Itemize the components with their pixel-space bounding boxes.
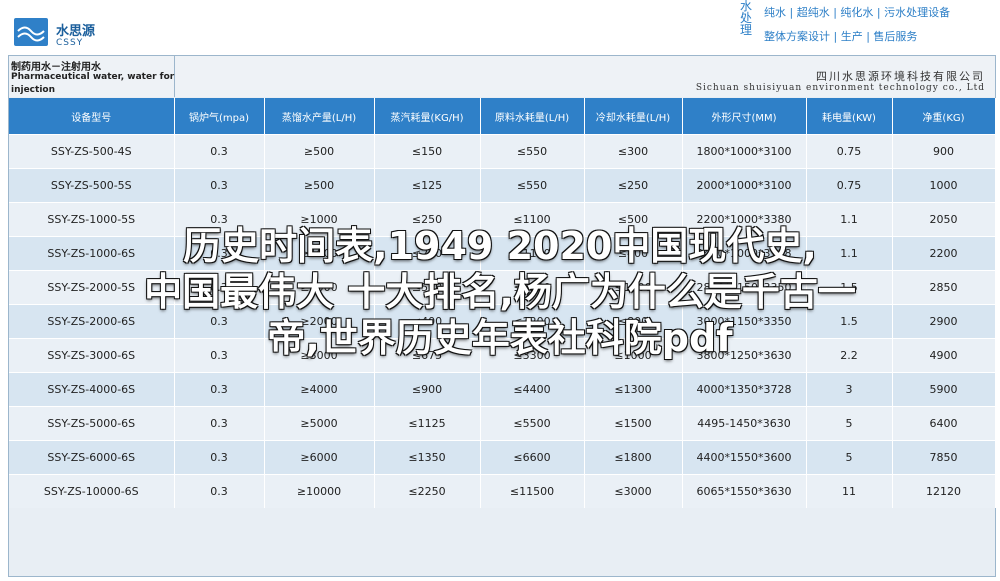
cell-steam-use: ≤900 xyxy=(374,372,481,407)
cell-power: 11 xyxy=(806,474,893,508)
cell-steam-use: ≤1125 xyxy=(374,406,481,441)
table-row: SSY-ZS-10000-6S 0.3 ≥10000 ≤2250 ≤11500 ≤3000… xyxy=(9,474,996,508)
cell-feed-water: ≤5500 xyxy=(480,406,585,441)
col-header-net-weight: 净重(KG) xyxy=(892,98,996,135)
col-header-cooling-water: 冷却水耗量(L/H) xyxy=(584,98,683,135)
cell-distilled-output: ≥500 xyxy=(264,168,375,203)
water-drop-logo-icon xyxy=(14,18,48,46)
overlay-line-1: 历史时间表,1949 2020中国现代史, xyxy=(183,224,817,268)
cell-model: SSY-ZS-500-5S xyxy=(9,168,175,203)
cell-cooling-water: ≤1500 xyxy=(584,406,683,441)
cell-distilled-output: ≥4000 xyxy=(264,372,375,407)
cell-feed-water: ≤550 xyxy=(480,134,585,169)
cell-net-weight: 900 xyxy=(892,134,996,169)
cell-net-weight: 1000 xyxy=(892,168,996,203)
brand-logo[interactable]: 水思源 CSSY xyxy=(8,8,128,54)
cell-power: 5 xyxy=(806,440,893,475)
header-tagline: 水处理 纯水 | 超纯水 | 纯化水 | 污水处理设备 整体方案设计 | 生产 … xyxy=(740,0,1000,46)
table-title-cell: 制药用水－注射用水 Pharmaceutical water, water fo… xyxy=(9,56,175,97)
overlay-line-2: 中国最伟大 十大排名,杨广为什么是千古一 xyxy=(144,270,856,314)
cell-power: 0.75 xyxy=(806,168,893,203)
cell-boiler-pressure: 0.3 xyxy=(174,440,265,475)
col-header-model: 设备型号 xyxy=(9,98,175,135)
cell-feed-water: ≤550 xyxy=(480,168,585,203)
table-row: SSY-ZS-5000-6S 0.3 ≥5000 ≤1125 ≤5500 ≤1500 449… xyxy=(9,406,996,441)
table-title-en-1: Pharmaceutical water, water for xyxy=(11,72,175,82)
cell-model: SSY-ZS-4000-6S xyxy=(9,372,175,407)
col-header-dimensions: 外形尺寸(MM) xyxy=(682,98,807,135)
cell-net-weight: 6400 xyxy=(892,406,996,441)
col-header-power: 耗电量(KW) xyxy=(806,98,893,135)
cell-cooling-water: ≤1300 xyxy=(584,372,683,407)
cell-steam-use: ≤125 xyxy=(374,168,481,203)
cell-power: 3 xyxy=(806,372,893,407)
brand-name: 水思源 xyxy=(56,24,96,39)
cell-steam-use: ≤150 xyxy=(374,134,481,169)
col-header-distilled-output: 蒸馏水产量(L/H) xyxy=(264,98,375,135)
cell-dimensions: 6065*1550*3630 xyxy=(682,474,807,508)
tagline-line-1: 纯水 | 超纯水 | 纯化水 | 污水处理设备 xyxy=(764,6,951,19)
tagline-vertical: 水处理 xyxy=(740,0,753,37)
table-header-row: 设备型号 锅炉气(mpa) 蒸馏水产量(L/H) 蒸汽耗量(KG/H) 原料水耗… xyxy=(9,98,996,135)
table-title-cn: 制药用水－注射用水 xyxy=(11,62,101,73)
cell-cooling-water: ≤300 xyxy=(584,134,683,169)
table-row: SSY-ZS-4000-6S 0.3 ≥4000 ≤900 ≤4400 ≤1300 4000… xyxy=(9,372,996,407)
col-header-boiler-pressure: 锅炉气(mpa) xyxy=(174,98,265,135)
table-title-en-2: injection xyxy=(11,85,55,95)
cell-model: SSY-ZS-500-4S xyxy=(9,134,175,169)
cell-steam-use: ≤1350 xyxy=(374,440,481,475)
col-header-steam-use: 蒸汽耗量(KG/H) xyxy=(374,98,481,135)
cell-model: SSY-ZS-5000-6S xyxy=(9,406,175,441)
cell-dimensions: 4400*1550*3600 xyxy=(682,440,807,475)
table-row: SSY-ZS-6000-6S 0.3 ≥6000 ≤1350 ≤6600 ≤1800 440… xyxy=(9,440,996,475)
overlay-headline: 历史时间表,1949 2020中国现代史, 中国最伟大 十大排名,杨广为什么是千… xyxy=(0,223,1000,361)
cell-boiler-pressure: 0.3 xyxy=(174,474,265,508)
company-name-en: Sichuan shuisiyuan environment technolog… xyxy=(695,83,985,93)
cell-net-weight: 5900 xyxy=(892,372,996,407)
cell-dimensions: 2000*1000*3100 xyxy=(682,168,807,203)
cell-boiler-pressure: 0.3 xyxy=(174,406,265,441)
cell-net-weight: 12120 xyxy=(892,474,996,508)
cell-model: SSY-ZS-10000-6S xyxy=(9,474,175,508)
cell-distilled-output: ≥500 xyxy=(264,134,375,169)
company-name: 四川水思源环境科技有限公司 xyxy=(816,70,985,83)
table-title-bar: 制药用水－注射用水 Pharmaceutical water, water fo… xyxy=(9,56,995,97)
cell-feed-water: ≤4400 xyxy=(480,372,585,407)
cell-boiler-pressure: 0.3 xyxy=(174,168,265,203)
overlay-line-3: 帝,世界历史年表社科院pdf xyxy=(267,316,733,360)
cell-cooling-water: ≤250 xyxy=(584,168,683,203)
col-header-feed-water: 原料水耗量(L/H) xyxy=(480,98,585,135)
cell-distilled-output: ≥6000 xyxy=(264,440,375,475)
cell-power: 5 xyxy=(806,406,893,441)
cell-dimensions: 4495-1450*3630 xyxy=(682,406,807,441)
cell-model: SSY-ZS-6000-6S xyxy=(9,440,175,475)
cell-power: 0.75 xyxy=(806,134,893,169)
cell-feed-water: ≤11500 xyxy=(480,474,585,508)
cell-dimensions: 1800*1000*3100 xyxy=(682,134,807,169)
cell-dimensions: 4000*1350*3728 xyxy=(682,372,807,407)
tagline-line-2: 整体方案设计 | 生产 | 售后服务 xyxy=(764,30,918,43)
cell-distilled-output: ≥10000 xyxy=(264,474,375,508)
cell-feed-water: ≤6600 xyxy=(480,440,585,475)
cell-net-weight: 7850 xyxy=(892,440,996,475)
cell-distilled-output: ≥5000 xyxy=(264,406,375,441)
cell-cooling-water: ≤3000 xyxy=(584,474,683,508)
cell-boiler-pressure: 0.3 xyxy=(174,134,265,169)
cell-cooling-water: ≤1800 xyxy=(584,440,683,475)
table-row: SSY-ZS-500-4S 0.3 ≥500 ≤150 ≤550 ≤300 1800*100… xyxy=(9,134,996,169)
brand-name-en: CSSY xyxy=(56,38,84,48)
cell-steam-use: ≤2250 xyxy=(374,474,481,508)
cell-boiler-pressure: 0.3 xyxy=(174,372,265,407)
table-row: SSY-ZS-500-5S 0.3 ≥500 ≤125 ≤550 ≤250 2000*100… xyxy=(9,168,996,203)
